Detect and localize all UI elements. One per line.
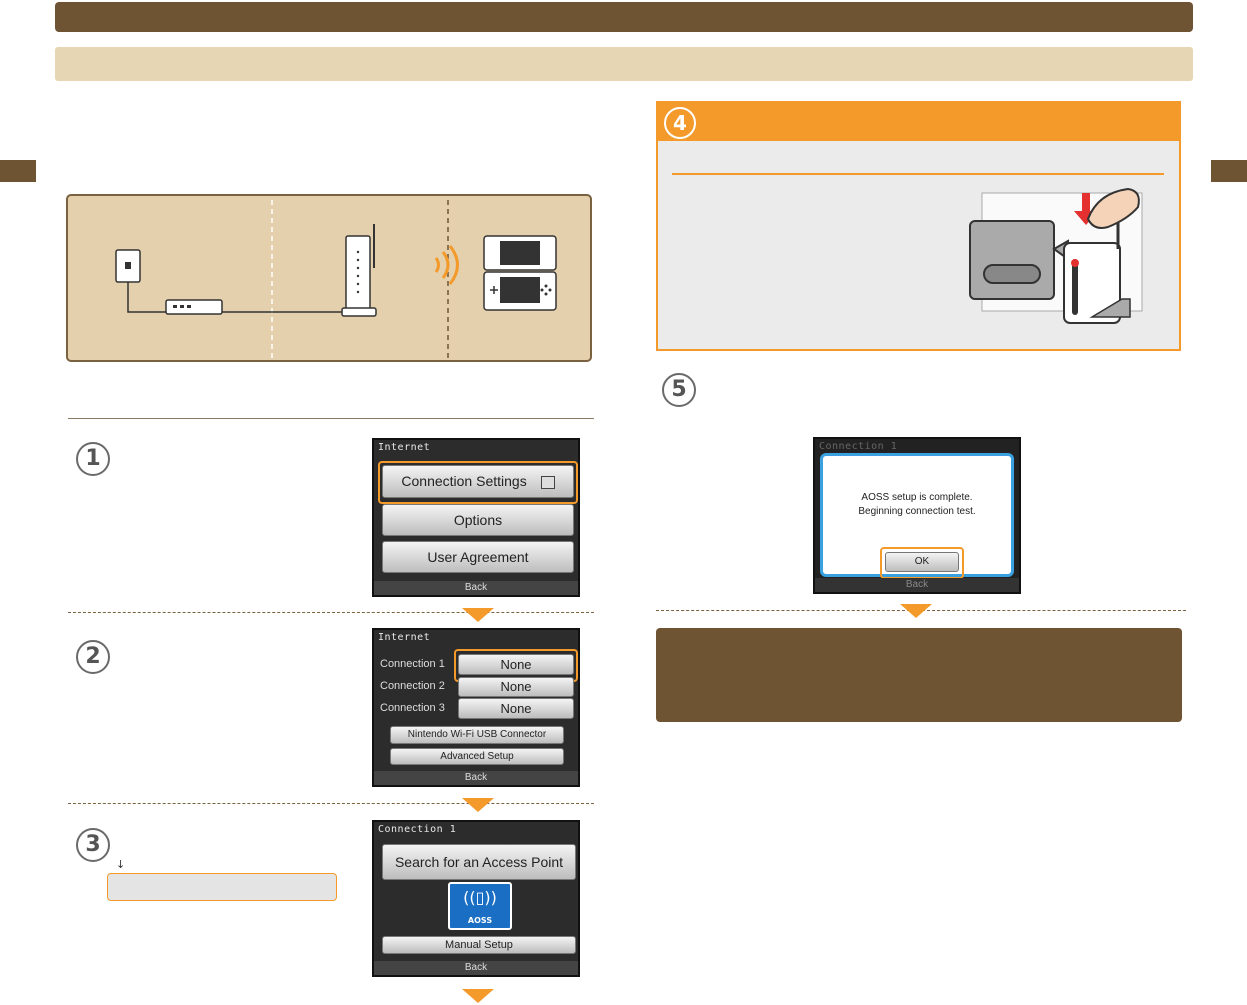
step-4-number: 4 — [664, 107, 696, 139]
aoss-logo-label: AOSS — [467, 916, 493, 925]
aoss-button[interactable]: ((▯)) AOSS — [448, 882, 512, 930]
top-header-bar — [55, 2, 1193, 32]
network-diagram-art — [115, 200, 557, 358]
down-arrow-icon — [462, 608, 494, 622]
aoss-instruction-box — [107, 873, 337, 901]
step-4-divider — [672, 173, 1164, 175]
search-access-point-button[interactable]: Search for an Access Point — [382, 844, 576, 880]
right-page-tab — [1211, 160, 1247, 182]
back-button[interactable]: Back — [374, 771, 578, 785]
step-divider — [68, 803, 594, 804]
aoss-wave-icon: ((▯)) — [463, 888, 497, 907]
connection-1-label: Connection 1 — [380, 658, 445, 670]
step-4-box: 4 — [656, 101, 1181, 351]
connection-2-label: Connection 2 — [380, 680, 445, 692]
step-2-number: 2 — [76, 640, 110, 674]
small-down-arrow: ↓ — [116, 858, 126, 871]
aoss-complete-dialog: AOSS setup is complete. Beginning connec… — [820, 453, 1014, 579]
network-diagram — [66, 194, 592, 362]
user-agreement-button[interactable]: User Agreement — [382, 541, 574, 573]
settings-icon — [540, 475, 555, 489]
internet-menu-screen: Internet Connection Settings Options Use… — [372, 438, 580, 597]
manual-page: { "colors":{"brown":"#6e5433","tan":"#e6… — [0, 0, 1247, 1005]
connection1-screen: Connection 1 Search for an Access Point … — [372, 820, 580, 977]
left-page-tab — [0, 160, 36, 182]
connection-list-screen: Internet Connection 1 Connection 2 Conne… — [372, 628, 580, 787]
result-box — [656, 628, 1182, 722]
connection-1-button[interactable]: None — [458, 654, 574, 675]
step-3-number: 3 — [76, 828, 110, 862]
connection-2-button[interactable]: None — [458, 677, 574, 697]
connection-3-button[interactable]: None — [458, 698, 574, 719]
advanced-setup-button[interactable]: Advanced Setup — [390, 748, 564, 765]
step-1-number: 1 — [76, 442, 110, 476]
nintendo-ds-icon — [483, 235, 557, 311]
back-button[interactable]: Back — [815, 578, 1019, 592]
dialog-message-line2: Beginning connection test. — [858, 506, 976, 517]
ok-button[interactable]: OK — [885, 552, 959, 572]
back-button[interactable]: Back — [374, 581, 578, 595]
down-arrow-icon — [462, 989, 494, 1003]
step-5-number: 5 — [662, 373, 696, 407]
section-header-bar — [55, 47, 1193, 81]
connection-settings-label: Connection Settings — [401, 473, 527, 489]
router-button-illustration — [969, 187, 1143, 324]
connection-settings-button[interactable]: Connection Settings — [382, 465, 574, 498]
aoss-complete-screen: Connection 1 AOSS setup is complete. Beg… — [813, 437, 1021, 594]
usb-connector-button[interactable]: Nintendo Wi-Fi USB Connector — [390, 726, 564, 744]
down-arrow-icon — [462, 798, 494, 812]
section-divider — [68, 418, 594, 419]
down-arrow-icon — [900, 604, 932, 618]
back-button[interactable]: Back — [374, 961, 578, 975]
screen-header: Connection 1 — [378, 824, 457, 835]
screen-header: Internet — [378, 442, 431, 453]
step-divider — [68, 612, 594, 613]
router-icon — [345, 235, 371, 311]
options-button[interactable]: Options — [382, 504, 574, 536]
manual-setup-button[interactable]: Manual Setup — [382, 936, 576, 954]
connection-3-label: Connection 3 — [380, 702, 445, 714]
screen-header: Internet — [378, 632, 431, 643]
step-4-header: 4 — [658, 103, 1179, 141]
dialog-message-line1: AOSS setup is complete. — [861, 492, 973, 503]
